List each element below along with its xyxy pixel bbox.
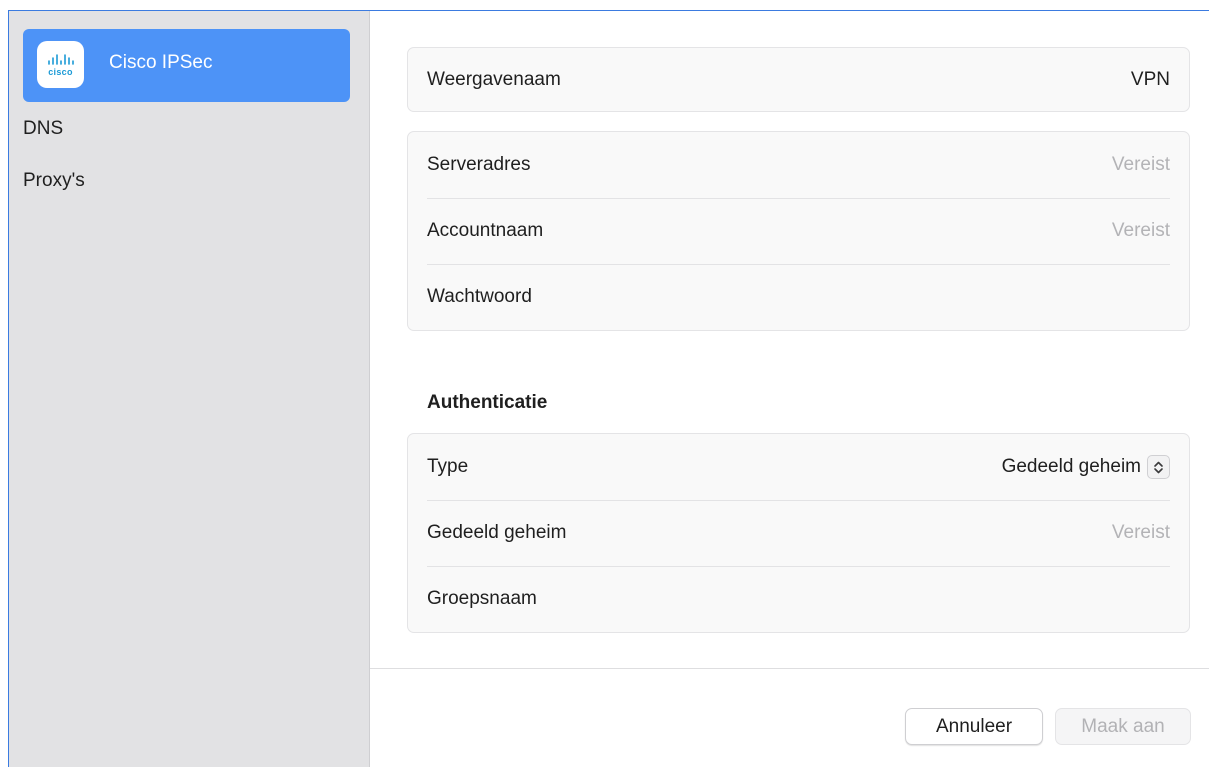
display-name-label: Weergavenaam — [427, 68, 561, 90]
auth-type-label: Type — [427, 456, 469, 477]
auth-type-value: Gedeeld geheim — [1001, 456, 1141, 477]
account-name-label: Accountnaam — [427, 220, 544, 241]
account-name-row[interactable]: Accountnaam Vereist — [408, 198, 1189, 264]
authentication-title: Authenticatie — [427, 392, 548, 413]
sidebar-item-dns[interactable]: DNS — [23, 118, 63, 140]
display-name-value[interactable]: VPN — [1131, 69, 1170, 91]
password-label: Wachtwoord — [427, 286, 532, 307]
cisco-logo-text: cisco — [48, 66, 73, 77]
main-panel: Weergavenaam VPN Serveradres Vereist Acc… — [370, 11, 1209, 767]
password-row[interactable]: Wachtwoord — [408, 264, 1189, 330]
vpn-config-window: cisco Cisco IPSec DNS Proxy's Weergavena… — [8, 10, 1209, 767]
cisco-bars-icon — [47, 53, 74, 65]
cancel-button[interactable]: Annuleer — [905, 708, 1043, 745]
connection-group: Serveradres Vereist Accountnaam Vereist … — [407, 131, 1190, 331]
group-name-row[interactable]: Groepsnaam — [408, 566, 1189, 632]
auth-type-select[interactable]: Gedeeld geheim — [1002, 455, 1170, 479]
sidebar-item-cisco-ipsec[interactable]: cisco Cisco IPSec — [23, 29, 350, 102]
account-name-field[interactable]: Vereist — [1112, 220, 1170, 242]
server-address-field[interactable]: Vereist — [1112, 154, 1170, 176]
group-name-label: Groepsnaam — [427, 588, 537, 609]
chevron-up-down-icon[interactable] — [1147, 455, 1170, 479]
cisco-logo-icon: cisco — [37, 41, 84, 88]
footer-divider — [370, 668, 1209, 669]
sidebar: cisco Cisco IPSec DNS Proxy's — [9, 11, 370, 767]
general-group: Weergavenaam VPN — [407, 47, 1190, 112]
shared-secret-field[interactable]: Vereist — [1112, 522, 1170, 544]
authentication-group: Type Gedeeld geheim Gedeeld geheim Verei… — [407, 433, 1190, 633]
shared-secret-label: Gedeeld geheim — [427, 522, 567, 543]
sidebar-item-label: Cisco IPSec — [109, 52, 213, 73]
shared-secret-row[interactable]: Gedeeld geheim Vereist — [408, 500, 1189, 566]
auth-type-row[interactable]: Type Gedeeld geheim — [408, 434, 1189, 500]
display-name-row[interactable]: Weergavenaam VPN — [408, 48, 1189, 111]
server-address-row[interactable]: Serveradres Vereist — [408, 132, 1189, 198]
server-address-label: Serveradres — [427, 154, 531, 175]
create-button[interactable]: Maak aan — [1055, 708, 1191, 745]
sidebar-item-proxies[interactable]: Proxy's — [23, 170, 85, 192]
